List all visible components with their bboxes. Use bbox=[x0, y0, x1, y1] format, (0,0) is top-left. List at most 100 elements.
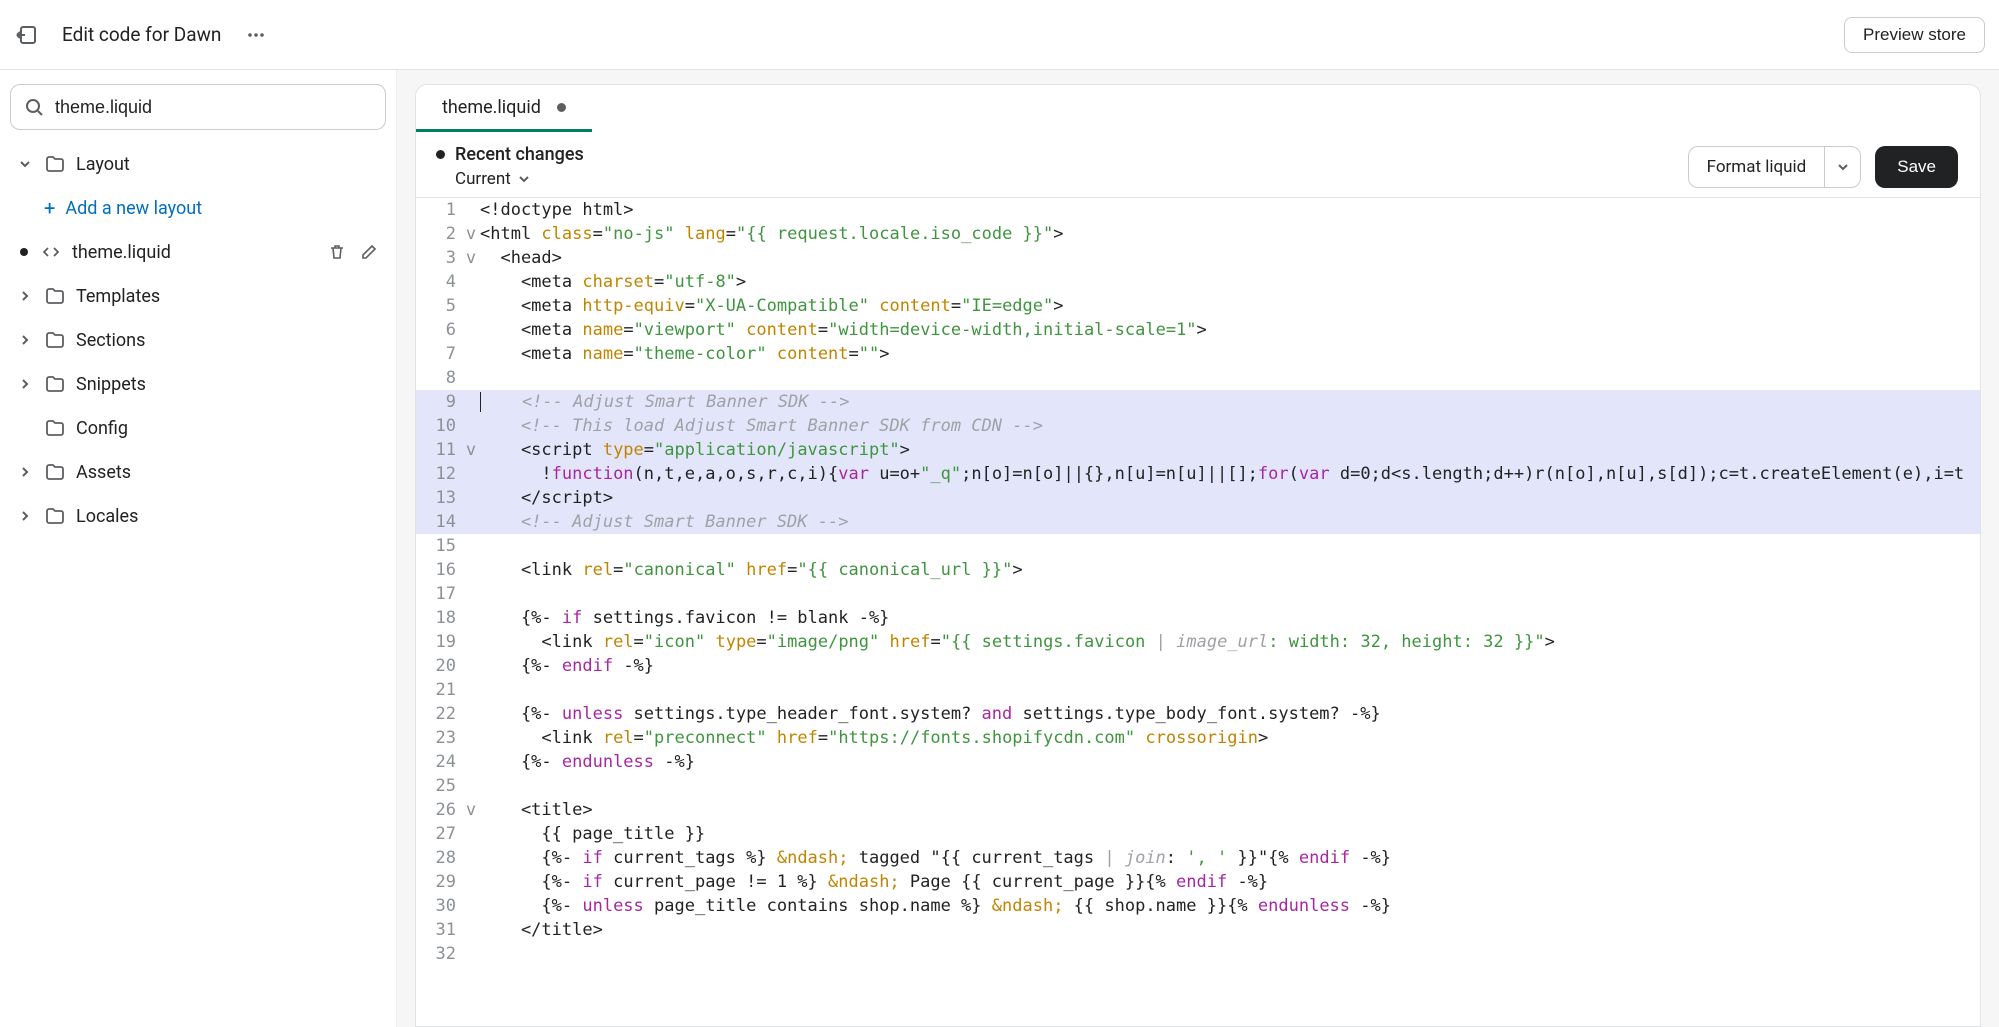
code-text[interactable]: {%- endif -%} bbox=[478, 654, 1980, 678]
code-text[interactable]: {%- unless settings.type_header_font.sys… bbox=[478, 702, 1980, 726]
fold-marker[interactable]: v bbox=[464, 222, 478, 246]
code-line[interactable]: 14 <!-- Adjust Smart Banner SDK --> bbox=[416, 510, 1980, 534]
search-input[interactable] bbox=[10, 84, 386, 130]
code-text[interactable]: <!-- Adjust Smart Banner SDK --> bbox=[478, 390, 1980, 414]
code-line[interactable]: 7 <meta name="theme-color" content=""> bbox=[416, 342, 1980, 366]
code-text[interactable]: <link rel="preconnect" href="https://fon… bbox=[478, 726, 1980, 750]
fold-marker[interactable]: v bbox=[464, 246, 478, 270]
code-text[interactable] bbox=[478, 678, 1980, 702]
code-line[interactable]: 10 <!-- This load Adjust Smart Banner SD… bbox=[416, 414, 1980, 438]
code-line[interactable]: 27 {{ page_title }} bbox=[416, 822, 1980, 846]
code-line[interactable]: 22 {%- unless settings.type_header_font.… bbox=[416, 702, 1980, 726]
code-line[interactable]: 4 <meta charset="utf-8"> bbox=[416, 270, 1980, 294]
code-text[interactable]: {{ page_title }} bbox=[478, 822, 1980, 846]
code-text[interactable] bbox=[478, 942, 1980, 966]
save-button[interactable]: Save bbox=[1875, 146, 1958, 188]
code-text[interactable]: <link rel="canonical" href="{{ canonical… bbox=[478, 558, 1980, 582]
file-rename-button[interactable] bbox=[358, 241, 380, 263]
sidebar-file-theme-liquid[interactable]: theme.liquid bbox=[10, 230, 386, 274]
code-line[interactable]: 9 <!-- Adjust Smart Banner SDK --> bbox=[416, 390, 1980, 414]
sidebar-group-label: Snippets bbox=[76, 374, 380, 395]
code-line[interactable]: 13 </script> bbox=[416, 486, 1980, 510]
code-text[interactable]: <html class="no-js" lang="{{ request.loc… bbox=[478, 222, 1980, 246]
sidebar-group-locales[interactable]: Locales bbox=[10, 494, 386, 538]
code-line[interactable]: 2v<html class="no-js" lang="{{ request.l… bbox=[416, 222, 1980, 246]
code-text[interactable]: {%- if settings.favicon != blank -%} bbox=[478, 606, 1980, 630]
sidebar-group-config[interactable]: Config bbox=[10, 406, 386, 450]
code-line[interactable]: 11v <script type="application/javascript… bbox=[416, 438, 1980, 462]
sidebar-group-layout[interactable]: Layout bbox=[10, 142, 386, 186]
fold-marker[interactable]: v bbox=[464, 798, 478, 822]
code-line[interactable]: 8 bbox=[416, 366, 1980, 390]
code-text[interactable]: <title> bbox=[478, 798, 1980, 822]
fold-marker bbox=[464, 750, 478, 774]
sidebar-group-sections[interactable]: Sections bbox=[10, 318, 386, 362]
code-text[interactable]: <!-- Adjust Smart Banner SDK --> bbox=[478, 510, 1980, 534]
code-line[interactable]: 30 {%- unless page_title contains shop.n… bbox=[416, 894, 1980, 918]
code-text[interactable]: !function(n,t,e,a,o,s,r,c,i){var u=o+"_q… bbox=[478, 462, 1980, 486]
code-text[interactable]: </title> bbox=[478, 918, 1980, 942]
code-line[interactable]: 25 bbox=[416, 774, 1980, 798]
more-button[interactable] bbox=[243, 22, 269, 48]
chevron-down-icon bbox=[517, 172, 531, 186]
chevron-down-icon bbox=[1836, 160, 1850, 174]
code-line[interactable]: 19 <link rel="icon" type="image/png" hre… bbox=[416, 630, 1980, 654]
exit-button[interactable] bbox=[14, 22, 40, 48]
code-line[interactable]: 15 bbox=[416, 534, 1980, 558]
topbar-left: Edit code for Dawn bbox=[14, 22, 269, 48]
sidebar-group-assets[interactable]: Assets bbox=[10, 450, 386, 494]
code-line[interactable]: 24 {%- endunless -%} bbox=[416, 750, 1980, 774]
code-line[interactable]: 17 bbox=[416, 582, 1980, 606]
code-text[interactable]: {%- if current_page != 1 %} &ndash; Page… bbox=[478, 870, 1980, 894]
code-text[interactable]: {%- unless page_title contains shop.name… bbox=[478, 894, 1980, 918]
code-text[interactable] bbox=[478, 774, 1980, 798]
code-text[interactable]: <!-- This load Adjust Smart Banner SDK f… bbox=[478, 414, 1980, 438]
code-line[interactable]: 18 {%- if settings.favicon != blank -%} bbox=[416, 606, 1980, 630]
sidebar-group-snippets[interactable]: Snippets bbox=[10, 362, 386, 406]
code-line[interactable]: 20 {%- endif -%} bbox=[416, 654, 1980, 678]
fold-marker bbox=[464, 630, 478, 654]
chevron-right-icon bbox=[18, 289, 32, 303]
file-delete-button[interactable] bbox=[326, 241, 348, 263]
code-line[interactable]: 21 bbox=[416, 678, 1980, 702]
preview-store-button[interactable]: Preview store bbox=[1844, 17, 1985, 53]
code-text[interactable] bbox=[478, 582, 1980, 606]
code-editor[interactable]: 1<!doctype html>2v<html class="no-js" la… bbox=[415, 197, 1981, 1027]
code-text[interactable]: </script> bbox=[478, 486, 1980, 510]
sidebar-group-templates[interactable]: Templates bbox=[10, 274, 386, 318]
code-line[interactable]: 6 <meta name="viewport" content="width=d… bbox=[416, 318, 1980, 342]
code-line[interactable]: 23 <link rel="preconnect" href="https://… bbox=[416, 726, 1980, 750]
code-text[interactable]: {%- endunless -%} bbox=[478, 750, 1980, 774]
code-line[interactable]: 5 <meta http-equiv="X-UA-Compatible" con… bbox=[416, 294, 1980, 318]
code-text[interactable]: <meta name="viewport" content="width=dev… bbox=[478, 318, 1980, 342]
code-text[interactable]: <link rel="icon" type="image/png" href="… bbox=[478, 630, 1980, 654]
sidebar: Layout + Add a new layout theme.liquid T… bbox=[0, 70, 397, 1027]
code-text[interactable] bbox=[478, 534, 1980, 558]
code-text[interactable]: <!doctype html> bbox=[478, 198, 1980, 222]
code-line[interactable]: 29 {%- if current_page != 1 %} &ndash; P… bbox=[416, 870, 1980, 894]
code-line[interactable]: 28 {%- if current_tags %} &ndash; tagged… bbox=[416, 846, 1980, 870]
code-text[interactable]: <script type="application/javascript"> bbox=[478, 438, 1980, 462]
code-line[interactable]: 3v <head> bbox=[416, 246, 1980, 270]
folder-icon bbox=[45, 506, 65, 526]
code-line[interactable]: 32 bbox=[416, 942, 1980, 966]
format-liquid-dropdown[interactable] bbox=[1824, 147, 1860, 187]
code-text[interactable]: <meta charset="utf-8"> bbox=[478, 270, 1980, 294]
tab-theme-liquid[interactable]: theme.liquid bbox=[416, 85, 592, 132]
code-text[interactable]: {%- if current_tags %} &ndash; tagged "{… bbox=[478, 846, 1980, 870]
code-text[interactable]: <meta name="theme-color" content=""> bbox=[478, 342, 1980, 366]
fold-marker[interactable]: v bbox=[464, 438, 478, 462]
code-line[interactable]: 1<!doctype html> bbox=[416, 198, 1980, 222]
code-text[interactable]: <head> bbox=[478, 246, 1980, 270]
line-number: 24 bbox=[416, 750, 464, 774]
format-liquid-label[interactable]: Format liquid bbox=[1689, 147, 1825, 187]
code-line[interactable]: 12 !function(n,t,e,a,o,s,r,c,i){var u=o+… bbox=[416, 462, 1980, 486]
code-line[interactable]: 31 </title> bbox=[416, 918, 1980, 942]
sidebar-add-layout[interactable]: + Add a new layout bbox=[10, 186, 386, 230]
code-line[interactable]: 16 <link rel="canonical" href="{{ canoni… bbox=[416, 558, 1980, 582]
code-text[interactable] bbox=[478, 366, 1980, 390]
code-line[interactable]: 26v <title> bbox=[416, 798, 1980, 822]
code-text[interactable]: <meta http-equiv="X-UA-Compatible" conte… bbox=[478, 294, 1980, 318]
version-selector[interactable]: Current bbox=[436, 169, 584, 189]
fold-marker bbox=[464, 270, 478, 294]
